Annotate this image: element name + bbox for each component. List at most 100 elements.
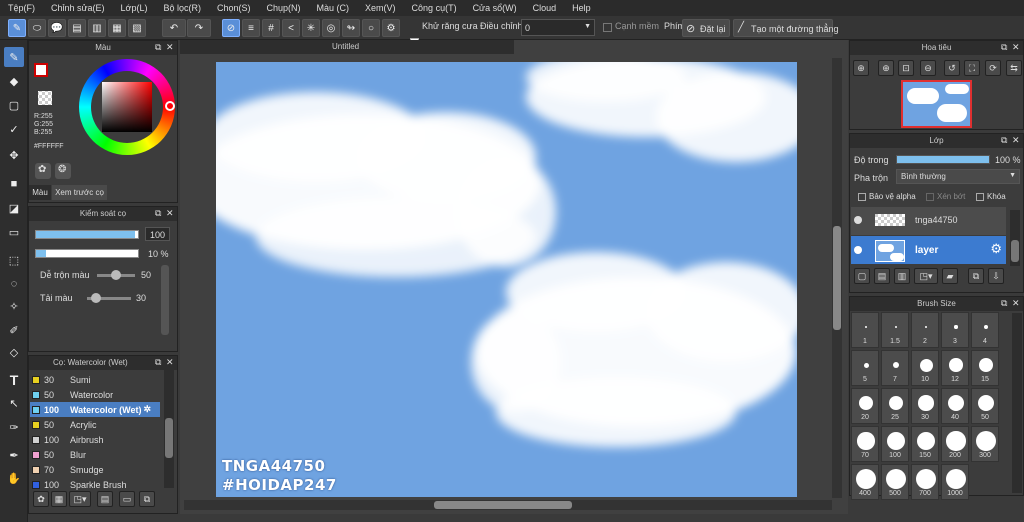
- speech-bubble-icon[interactable]: 💬: [48, 19, 66, 37]
- reset-rotation-icon[interactable]: ⟳: [985, 60, 1001, 76]
- brush-size-cell[interactable]: 1000: [941, 464, 969, 500]
- text-tool-icon[interactable]: T: [4, 370, 24, 390]
- brush-size-cell[interactable]: 700: [911, 464, 939, 500]
- close-icon[interactable]: ✕: [166, 209, 175, 218]
- fit-icon[interactable]: ⊡: [898, 60, 914, 76]
- operation-tool-icon[interactable]: ↖: [4, 393, 24, 413]
- clipping-checkbox[interactable]: [926, 193, 934, 201]
- select-tool-icon[interactable]: ⬚: [4, 250, 24, 270]
- close-icon[interactable]: ✕: [1012, 136, 1021, 145]
- menu-select[interactable]: Chọn(S): [209, 3, 259, 13]
- document-canvas[interactable]: TNGA44750 #HOIDAP247: [216, 62, 797, 497]
- shape-icon[interactable]: ⬭: [28, 19, 46, 37]
- brush-size-cell[interactable]: 25: [881, 388, 909, 424]
- layers-scrollbar[interactable]: [1010, 210, 1020, 266]
- fill-shape-tool-icon[interactable]: ■: [4, 174, 24, 194]
- brush-size-cell[interactable]: 2: [911, 312, 939, 348]
- brush-settings-icon[interactable]: ✲: [144, 404, 152, 415]
- brush-list-item[interactable]: 70 Smudge: [30, 462, 160, 477]
- gradient-tool-icon[interactable]: ▭: [4, 222, 24, 242]
- mixer-icon[interactable]: ❂: [55, 163, 71, 179]
- flip-icon[interactable]: ⇆: [1006, 60, 1022, 76]
- brush-size-cell[interactable]: 200: [941, 426, 969, 462]
- new-layer-icon[interactable]: ▢: [854, 268, 870, 284]
- brush-size-cell[interactable]: 1.5: [881, 312, 909, 348]
- new-layer-3-icon[interactable]: ▥: [894, 268, 910, 284]
- select-pen-tool-icon[interactable]: ✐: [4, 320, 24, 340]
- close-icon[interactable]: ✕: [166, 358, 175, 367]
- saturation-square[interactable]: [102, 82, 152, 132]
- straight-line-button[interactable]: ╱ Tạo một đường thẳng: [733, 19, 838, 37]
- brush-size-cell[interactable]: 40: [941, 388, 969, 424]
- close-icon[interactable]: ✕: [1012, 299, 1021, 308]
- brush-size-input[interactable]: 100: [145, 227, 170, 241]
- expand-icon[interactable]: ⧉: [155, 43, 164, 52]
- brush-list-item[interactable]: 100 Airbrush: [30, 432, 160, 447]
- horizontal-scrollbar[interactable]: [184, 500, 832, 510]
- brush-size-cell[interactable]: 30: [911, 388, 939, 424]
- add-brush-icon[interactable]: ▦: [51, 491, 67, 507]
- settings-snap-icon[interactable]: ⚙: [382, 19, 400, 37]
- merge-layer-icon[interactable]: ⇩: [988, 268, 1004, 284]
- brush-size-cell[interactable]: 10: [911, 350, 939, 386]
- layer-blend-select[interactable]: Bình thường ▼: [896, 169, 1020, 184]
- brush-size-cell[interactable]: 3: [941, 312, 969, 348]
- zoom-in-icon[interactable]: ⊕: [853, 60, 869, 76]
- vertical-scrollbar[interactable]: [832, 58, 842, 498]
- bucket-tool-icon[interactable]: ◪: [4, 198, 24, 218]
- layer-row[interactable]: tnga44750: [851, 207, 1006, 235]
- divide-tool-icon[interactable]: ✑: [4, 417, 24, 437]
- menu-filter[interactable]: Bộ lọc(R): [155, 3, 209, 13]
- select-rect-tool-icon[interactable]: ▢: [4, 95, 24, 115]
- brush-list-item[interactable]: 30 Sumi: [30, 372, 160, 387]
- export-icon[interactable]: ▦: [108, 19, 126, 37]
- layer-opacity-slider[interactable]: [896, 155, 990, 164]
- vertical-scroll-thumb[interactable]: [833, 226, 841, 330]
- brush-size-cell[interactable]: 300: [971, 426, 999, 462]
- redo-icon[interactable]: ↷: [187, 19, 211, 37]
- concentric-snap-icon[interactable]: ◎: [322, 19, 340, 37]
- brush-size-scrollbar[interactable]: [1012, 313, 1022, 493]
- brush-opacity-slider[interactable]: [35, 249, 139, 258]
- close-icon[interactable]: ✕: [1012, 43, 1021, 52]
- brush-size-cell[interactable]: 4: [971, 312, 999, 348]
- gear-icon[interactable]: ⚙: [990, 241, 1002, 257]
- palette-icon[interactable]: ✿: [35, 163, 51, 179]
- hand-tool-icon[interactable]: ✋: [4, 468, 24, 488]
- brush-size-cell[interactable]: 500: [881, 464, 909, 500]
- brush-copy-icon[interactable]: ▭: [119, 491, 135, 507]
- menu-tools[interactable]: Công cụ(T): [404, 3, 465, 13]
- brush-size-cell[interactable]: 12: [941, 350, 969, 386]
- brush-settings-icon[interactable]: ✿: [33, 491, 49, 507]
- new-layer-2-icon[interactable]: ▤: [874, 268, 890, 284]
- brush-size-cell[interactable]: 1: [851, 312, 879, 348]
- parallel-snap-icon[interactable]: ≡: [242, 19, 260, 37]
- menu-file[interactable]: Tệp(F): [0, 3, 43, 13]
- lock-checkbox[interactable]: [976, 193, 984, 201]
- tab-brush-preview[interactable]: Xem trước cọ: [52, 185, 107, 200]
- brush-list-item[interactable]: 100 Sparkle Brush: [30, 477, 160, 492]
- print-icon[interactable]: ▧: [128, 19, 146, 37]
- menu-help[interactable]: Help: [564, 3, 599, 13]
- brush-size-cell[interactable]: 5: [851, 350, 879, 386]
- eyedropper-tool-icon[interactable]: ✒: [4, 445, 24, 465]
- brush-mode-icon[interactable]: ✎: [8, 19, 26, 37]
- brush-size-cell[interactable]: 100: [881, 426, 909, 462]
- navigator-preview[interactable]: [901, 80, 972, 128]
- new-brush-dropdown-icon[interactable]: ◳▾: [69, 491, 91, 507]
- undo-icon[interactable]: ↶: [162, 19, 186, 37]
- brush-file-icon[interactable]: ▤: [97, 491, 113, 507]
- menu-layer[interactable]: Lớp(L): [113, 3, 156, 13]
- rotate-left-icon[interactable]: ↺: [944, 60, 960, 76]
- brush-size-cell[interactable]: 150: [911, 426, 939, 462]
- layer-panel-icon[interactable]: ▤: [68, 19, 86, 37]
- brush-size-cell[interactable]: 20: [851, 388, 879, 424]
- brush-tool-icon[interactable]: ✎: [4, 47, 24, 67]
- brush-list-scrollbar[interactable]: [164, 370, 174, 488]
- blend-slider-handle[interactable]: [111, 270, 121, 280]
- adjust-select[interactable]: 0 ▼: [521, 19, 595, 36]
- brush-size-cell[interactable]: 50: [971, 388, 999, 424]
- vanishing-snap-icon[interactable]: <: [282, 19, 300, 37]
- circle-snap-icon[interactable]: ○: [362, 19, 380, 37]
- canvas-tab[interactable]: Untitled: [180, 40, 514, 54]
